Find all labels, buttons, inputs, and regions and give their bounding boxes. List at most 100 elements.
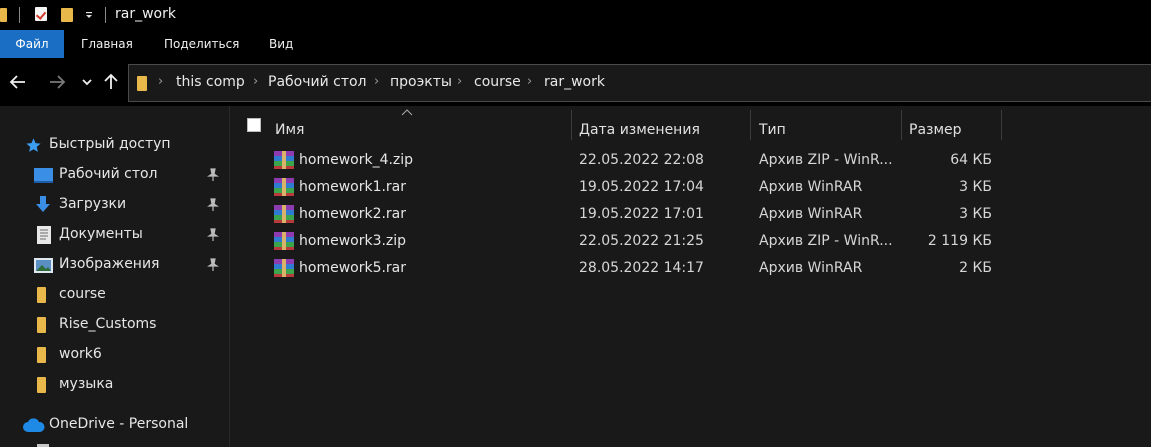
new-folder-icon[interactable] bbox=[61, 8, 73, 22]
breadcrumb-this-comp[interactable]: this comp bbox=[176, 74, 245, 90]
sidebar-item-label: Быстрый доступ bbox=[49, 136, 171, 152]
column-divider[interactable] bbox=[750, 110, 751, 140]
sidebar-item-label: Загрузки bbox=[59, 196, 127, 212]
up-arrow-icon[interactable] bbox=[98, 69, 124, 95]
file-name[interactable]: homework2.rar bbox=[299, 206, 406, 222]
column-divider[interactable] bbox=[1001, 110, 1002, 140]
chevron-right-icon[interactable]: › bbox=[374, 74, 379, 89]
file-type: Архив WinRAR bbox=[759, 179, 863, 195]
tab-share[interactable]: Поделиться bbox=[164, 30, 239, 58]
table-row[interactable]: homework2.rar 19.05.2022 17:01 Архив WinRA… bbox=[270, 202, 1010, 229]
file-type: Архив WinRAR bbox=[759, 206, 863, 222]
file-list: Имя Дата изменения Тип Размер homework_4… bbox=[230, 106, 1151, 447]
chevron-right-icon[interactable]: › bbox=[527, 74, 532, 89]
toolbar-divider bbox=[19, 7, 20, 23]
sidebar-item-work6[interactable]: work6 bbox=[0, 342, 229, 368]
navigation-bar: › this comp › Рабочий стол › проэкты › c… bbox=[0, 58, 1151, 106]
pin-icon[interactable] bbox=[206, 258, 220, 272]
file-name[interactable]: homework_4.zip bbox=[299, 152, 413, 168]
chevron-right-icon[interactable]: › bbox=[253, 74, 258, 89]
tab-file[interactable]: Файл bbox=[0, 30, 64, 58]
sidebar-item-quick-access[interactable]: Быстрый доступ bbox=[0, 132, 229, 158]
sidebar-item-label: OneDrive - Personal bbox=[49, 416, 189, 432]
table-row[interactable]: homework1.rar 19.05.2022 17:04 Архив WinRA… bbox=[270, 175, 1010, 202]
column-header-size[interactable]: Размер bbox=[909, 122, 962, 138]
star-icon bbox=[26, 138, 41, 152]
file-date: 28.05.2022 14:17 bbox=[579, 260, 704, 276]
column-divider[interactable] bbox=[901, 110, 902, 140]
sidebar-item-label: Рабочий стол bbox=[59, 166, 158, 182]
file-name[interactable]: homework3.zip bbox=[299, 233, 406, 249]
winrar-archive-icon bbox=[274, 151, 294, 169]
folder-icon bbox=[37, 287, 46, 303]
select-all-checkbox[interactable] bbox=[247, 118, 261, 132]
pin-icon[interactable] bbox=[206, 228, 220, 242]
folder-icon bbox=[0, 8, 7, 22]
folder-icon bbox=[37, 317, 46, 333]
breadcrumb-desktop[interactable]: Рабочий стол bbox=[268, 74, 367, 90]
back-arrow-icon[interactable] bbox=[5, 69, 31, 95]
properties-icon[interactable] bbox=[35, 7, 47, 21]
sidebar-item-desktop[interactable]: Рабочий стол bbox=[0, 162, 229, 188]
folder-icon bbox=[37, 377, 46, 393]
pin-icon[interactable] bbox=[206, 168, 220, 182]
table-row[interactable]: homework3.zip 22.05.2022 21:25 Архив ZIP -… bbox=[270, 229, 1010, 256]
file-size: 3 КБ bbox=[959, 206, 992, 222]
chevron-right-icon[interactable]: › bbox=[457, 74, 462, 89]
winrar-archive-icon bbox=[274, 259, 294, 277]
recent-locations-icon[interactable] bbox=[74, 69, 100, 95]
winrar-archive-icon bbox=[274, 178, 294, 196]
file-type: Архив ZIP - WinR... bbox=[759, 152, 893, 168]
file-size: 64 КБ bbox=[950, 152, 992, 168]
winrar-archive-icon bbox=[274, 232, 294, 250]
sidebar-item-label: Изображения bbox=[59, 256, 160, 272]
file-date: 19.05.2022 17:01 bbox=[579, 206, 704, 222]
sidebar-item-label: Rise_Customs bbox=[59, 316, 157, 332]
desktop-icon bbox=[34, 168, 53, 183]
column-header-date[interactable]: Дата изменения bbox=[579, 122, 700, 138]
sidebar-item-documents[interactable]: Документы bbox=[0, 222, 229, 248]
column-header-type[interactable]: Тип bbox=[759, 122, 786, 138]
sidebar-item-downloads[interactable]: Загрузки bbox=[0, 192, 229, 218]
file-name[interactable]: homework1.rar bbox=[299, 179, 406, 195]
navigation-pane: Быстрый доступ Рабочий стол Загрузки Док… bbox=[0, 106, 229, 447]
sidebar-item-rise-customs[interactable]: Rise_Customs bbox=[0, 312, 229, 338]
title-bar: rar_work bbox=[0, 0, 1151, 30]
file-type: Архив WinRAR bbox=[759, 260, 863, 276]
sidebar-item-course[interactable]: course bbox=[0, 282, 229, 308]
customize-toolbar-icon[interactable] bbox=[84, 10, 94, 20]
sidebar-item-music[interactable]: музыка bbox=[0, 372, 229, 398]
cloud-icon bbox=[23, 418, 45, 432]
breadcrumb-projects[interactable]: проэкты bbox=[390, 74, 452, 90]
sidebar-item-label: course bbox=[59, 286, 106, 302]
column-header-name[interactable]: Имя bbox=[275, 122, 304, 138]
file-type: Архив ZIP - WinR... bbox=[759, 233, 893, 249]
forward-arrow-icon[interactable] bbox=[44, 69, 70, 95]
column-divider[interactable] bbox=[571, 110, 572, 140]
file-date: 19.05.2022 17:04 bbox=[579, 179, 704, 195]
folder-icon bbox=[37, 347, 46, 363]
breadcrumb-rar-work[interactable]: rar_work bbox=[544, 74, 605, 90]
address-bar[interactable]: › this comp › Рабочий стол › проэкты › c… bbox=[128, 64, 1151, 102]
ribbon-tabs: Файл Главная Поделиться Вид bbox=[0, 30, 1151, 58]
pin-icon[interactable] bbox=[206, 198, 220, 212]
sidebar-item-pictures[interactable]: Изображения bbox=[0, 252, 229, 278]
tab-view[interactable]: Вид bbox=[269, 30, 293, 58]
sidebar-item-label: музыка bbox=[59, 376, 114, 392]
file-date: 22.05.2022 22:08 bbox=[579, 152, 704, 168]
chevron-right-icon[interactable]: › bbox=[158, 74, 163, 89]
table-row[interactable]: homework_4.zip 22.05.2022 22:08 Архив ZIP … bbox=[270, 148, 1010, 175]
toolbar-divider bbox=[105, 7, 106, 23]
sidebar-item-onedrive[interactable]: OneDrive - Personal bbox=[0, 412, 229, 438]
tab-home[interactable]: Главная bbox=[81, 30, 133, 58]
document-icon bbox=[37, 226, 51, 244]
table-row[interactable]: homework5.rar 28.05.2022 14:17 Архив WinRA… bbox=[270, 256, 1010, 283]
file-size: 3 КБ bbox=[959, 179, 992, 195]
breadcrumb-course[interactable]: course bbox=[474, 74, 521, 90]
pictures-icon bbox=[34, 258, 53, 273]
file-size: 2 119 КБ bbox=[927, 233, 992, 249]
window-title: rar_work bbox=[115, 6, 176, 22]
file-name[interactable]: homework5.rar bbox=[299, 260, 406, 276]
file-size: 2 КБ bbox=[959, 260, 992, 276]
sidebar-item-label: work6 bbox=[59, 346, 102, 362]
